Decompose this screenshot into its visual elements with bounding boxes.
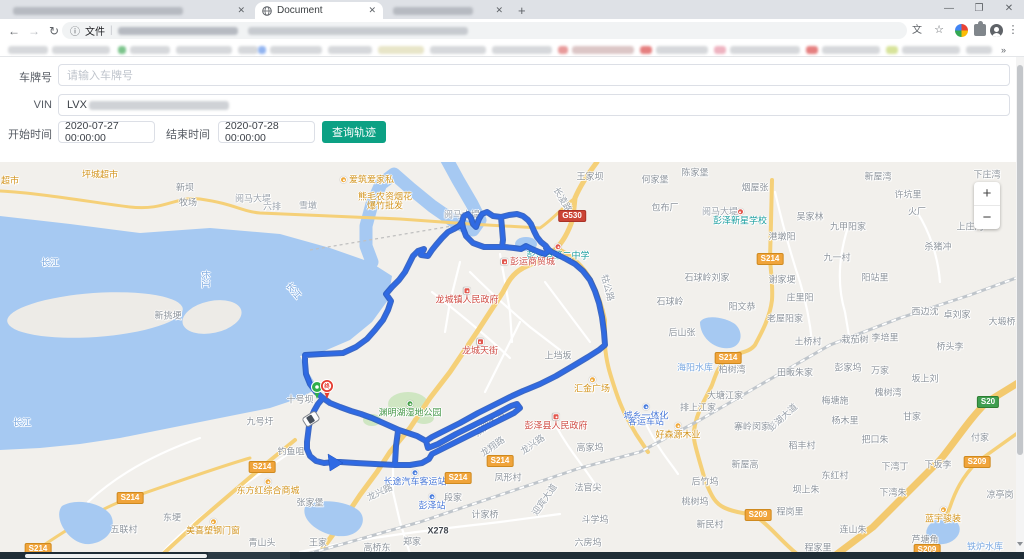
bookmark-item-redacted[interactable] xyxy=(118,46,126,54)
start-time-label: 开始时间 xyxy=(6,126,52,142)
plate-label: 车牌号 xyxy=(6,69,52,85)
bookmark-item-redacted[interactable] xyxy=(966,46,992,54)
horizontal-scrollbar-thumb[interactable] xyxy=(25,554,207,559)
zoom-out-button[interactable]: − xyxy=(974,206,1000,229)
basemap-layer xyxy=(0,162,1016,552)
translate-icon[interactable]: 文 xyxy=(908,22,926,39)
url-redacted xyxy=(118,27,238,35)
vertical-scrollbar[interactable] xyxy=(1016,57,1024,552)
bookmark-item-redacted[interactable] xyxy=(238,46,258,54)
end-time-label: 结束时间 xyxy=(166,126,210,142)
end-time-value: 2020-07-28 00:00:00 xyxy=(225,120,308,144)
vertical-scrollbar-thumb[interactable] xyxy=(1017,65,1023,455)
bookmark-item-redacted[interactable] xyxy=(656,46,708,54)
vin-redacted xyxy=(89,101,229,110)
tab-title: Document xyxy=(277,5,323,16)
bookmark-item-redacted[interactable] xyxy=(714,46,726,54)
extension-colored-icon[interactable] xyxy=(955,24,968,37)
info-icon: ⓘ xyxy=(70,23,80,38)
zoom-in-button[interactable]: + xyxy=(974,182,1000,205)
browser-menu-icon[interactable]: ⋮ xyxy=(1004,22,1022,39)
bookmark-item-redacted[interactable] xyxy=(8,46,48,54)
bookmark-item-redacted[interactable] xyxy=(730,46,800,54)
tab-close-icon[interactable]: ✕ xyxy=(229,5,245,16)
tab-close-icon[interactable]: ✕ xyxy=(360,5,376,16)
reload-icon[interactable]: ↻ xyxy=(44,24,64,38)
url-redacted xyxy=(248,27,468,35)
vin-label: VIN xyxy=(6,99,52,111)
bookmark-item-redacted[interactable] xyxy=(378,46,424,54)
bookmark-item-redacted[interactable] xyxy=(806,46,818,54)
bookmark-item-redacted[interactable] xyxy=(258,46,266,54)
horizontal-scrollbar-segment xyxy=(208,552,290,559)
extensions-puzzle-icon[interactable] xyxy=(974,24,986,36)
bookmark-item-redacted[interactable] xyxy=(640,46,652,54)
tab-blurred-2[interactable]: ✕ xyxy=(386,2,510,19)
window-minimize-button[interactable]: — xyxy=(934,0,964,19)
end-time-input[interactable]: 2020-07-28 00:00:00 xyxy=(218,121,315,143)
bookmark-item-redacted[interactable] xyxy=(572,46,634,54)
bookmark-item-redacted[interactable] xyxy=(492,46,552,54)
url-separator: | xyxy=(110,25,113,36)
bookmark-item-redacted[interactable] xyxy=(176,46,232,54)
forward-icon[interactable]: → xyxy=(24,24,44,38)
new-tab-button[interactable]: + xyxy=(518,3,526,18)
query-track-button[interactable]: 查询轨迹 xyxy=(322,121,386,143)
horizontal-scrollbar[interactable] xyxy=(0,552,1024,559)
url-scheme: 文件 xyxy=(85,23,105,38)
scroll-down-icon[interactable] xyxy=(1017,542,1023,546)
plate-input[interactable]: 请输入车牌号 xyxy=(58,64,1010,86)
bookmark-item-redacted[interactable] xyxy=(822,46,880,54)
bookmark-item-redacted[interactable] xyxy=(270,46,322,54)
plate-placeholder: 请输入车牌号 xyxy=(67,67,133,83)
bookmark-item-redacted[interactable] xyxy=(430,46,486,54)
bookmarks-overflow-icon[interactable]: » xyxy=(1001,45,1006,55)
tab-title-redacted xyxy=(393,7,473,15)
bookmark-item-redacted[interactable] xyxy=(558,46,568,54)
tab-blurred-1[interactable]: ✕ xyxy=(6,2,252,19)
window-close-button[interactable]: ✕ xyxy=(994,0,1024,19)
bookmark-star-icon[interactable]: ☆ xyxy=(930,22,948,39)
browser-tab-strip: ✕ Document ✕ ✕ + — ❐ ✕ xyxy=(0,0,1024,19)
bookmark-item-redacted[interactable] xyxy=(886,46,898,54)
bookmark-item-redacted[interactable] xyxy=(130,46,170,54)
vin-value: LVX xyxy=(67,99,87,111)
bookmark-item-redacted[interactable] xyxy=(328,46,372,54)
map-zoom-control: + − xyxy=(974,182,1000,229)
tab-document[interactable]: Document ✕ xyxy=(255,2,383,19)
window-maximize-button[interactable]: ❐ xyxy=(964,0,994,19)
tab-close-icon[interactable]: ✕ xyxy=(487,5,503,16)
back-icon[interactable]: ← xyxy=(4,24,24,38)
bookmark-item-redacted[interactable] xyxy=(902,46,960,54)
start-time-value: 2020-07-27 00:00:00 xyxy=(65,120,148,144)
globe-icon xyxy=(262,6,272,16)
tab-title-redacted xyxy=(13,7,183,15)
address-bar[interactable]: ⓘ 文件 | xyxy=(62,22,907,39)
start-time-input[interactable]: 2020-07-27 00:00:00 xyxy=(58,121,155,143)
map-canvas[interactable]: 坪城超市超市新坝阅马大堤牧场六排雪墩阅马大堤阅马大堤爱筑爱家私熊毛农资烟花爆竹批… xyxy=(0,162,1016,552)
vin-input[interactable]: LVX xyxy=(58,94,1010,116)
profile-avatar[interactable] xyxy=(990,24,1003,37)
bookmark-item-redacted[interactable] xyxy=(52,46,110,54)
bookmarks-bar xyxy=(0,42,1024,57)
